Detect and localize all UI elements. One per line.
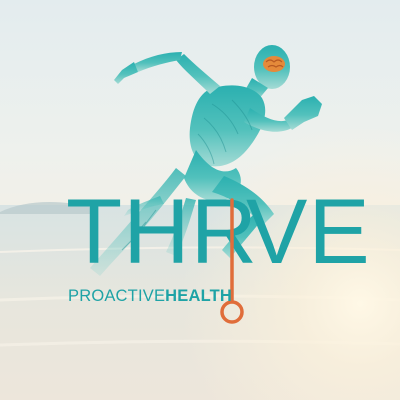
wordmark-ve: VE bbox=[246, 181, 371, 283]
tagline: PROACTIVEHEALTH bbox=[68, 287, 232, 305]
tagline-health: HEALTH bbox=[165, 287, 233, 305]
tagline-proactive: PROACTIVE bbox=[68, 287, 166, 305]
thrive-wordmark: THR VE PROACTIVEHEALTH bbox=[0, 0, 400, 400]
logo-card: THR VE PROACTIVEHEALTH bbox=[0, 0, 400, 400]
